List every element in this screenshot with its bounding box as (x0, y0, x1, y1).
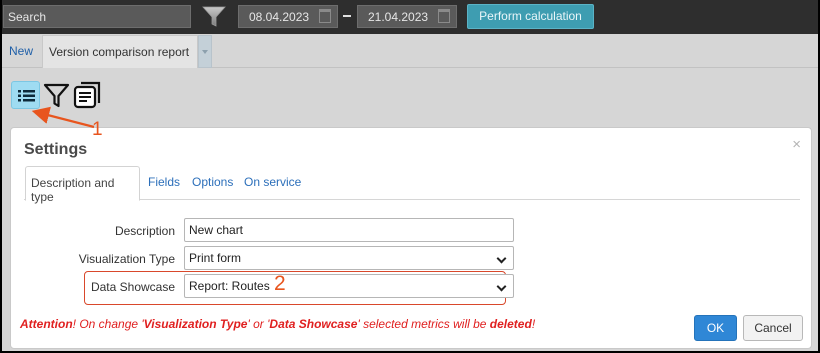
data-showcase-select[interactable]: Report: Routes (184, 274, 514, 298)
ok-button[interactable]: OK (694, 315, 737, 341)
visualization-type-value: Print form (189, 251, 242, 265)
tab-fields[interactable]: Fields (148, 175, 180, 189)
close-icon[interactable]: × (792, 136, 801, 153)
dialog-title: Settings (24, 141, 88, 158)
attention-prefix: Attention (20, 317, 73, 331)
funnel-icon[interactable] (202, 6, 226, 28)
annotation-arrow (31, 106, 95, 129)
attention-term: Visualization Type (143, 317, 248, 331)
cancel-button[interactable]: Cancel (743, 315, 803, 341)
tab-label: Description and type (31, 176, 115, 204)
description-input[interactable]: New chart (184, 218, 514, 242)
perform-calculation-button[interactable]: Perform calculation (467, 4, 594, 29)
data-showcase-label: Data Showcase (90, 280, 175, 294)
date-to-value: 21.04.2023 (368, 10, 429, 24)
date-from-field[interactable]: 08.04.2023 (238, 5, 338, 28)
date-to-field[interactable]: 21.04.2023 (357, 5, 457, 28)
tab-options[interactable]: Options (192, 175, 233, 189)
list-icon (18, 90, 35, 102)
tab-label: Version comparison report (49, 45, 190, 59)
filter-icon[interactable] (43, 81, 70, 109)
tab-new[interactable]: New (9, 44, 33, 58)
window-frame: Search 08.04.2023 21.04.2023 Perform cal… (0, 0, 820, 353)
attention-text: ' or ' (247, 317, 270, 331)
list-settings-button[interactable] (11, 81, 40, 109)
report-tabs: New Version comparison report (2, 34, 818, 68)
date-from-value: 08.04.2023 (249, 10, 310, 24)
calendar-icon[interactable] (319, 9, 331, 23)
data-showcase-value: Report: Routes (189, 279, 270, 293)
tab-description-and-type[interactable]: Description and type (25, 166, 140, 204)
attention-text: ! (531, 317, 536, 331)
attention-term: deleted (489, 317, 532, 331)
dialog-tabs: Description and type Fields Options On s… (24, 165, 800, 204)
tab-dropdown-button[interactable] (198, 35, 212, 68)
document-icon[interactable] (72, 81, 102, 109)
attention-term: Data Showcase (269, 317, 358, 331)
app-window: Search 08.04.2023 21.04.2023 Perform cal… (2, 0, 818, 351)
attention-message: Attention! On change 'Visualization Type… (20, 317, 535, 331)
attention-text: ! On change ' (72, 317, 144, 331)
calendar-icon[interactable] (438, 9, 450, 23)
annotation-marker-1: 1 (92, 119, 103, 140)
description-label: Description (114, 224, 175, 238)
top-toolbar: Search 08.04.2023 21.04.2023 Perform cal… (2, 0, 818, 34)
date-range-separator (343, 15, 351, 17)
visualization-type-label: Visualization Type (78, 252, 175, 266)
attention-text: ' selected metrics will be (357, 317, 490, 331)
annotation-marker-2: 2 (274, 272, 286, 295)
visualization-type-select[interactable]: Print form (184, 246, 514, 270)
tab-version-comparison-report[interactable]: Version comparison report (42, 35, 198, 68)
tab-on-service[interactable]: On service (244, 175, 301, 189)
settings-dialog: Settings × Description and type Fields O… (10, 127, 812, 349)
search-input[interactable]: Search (3, 5, 191, 28)
